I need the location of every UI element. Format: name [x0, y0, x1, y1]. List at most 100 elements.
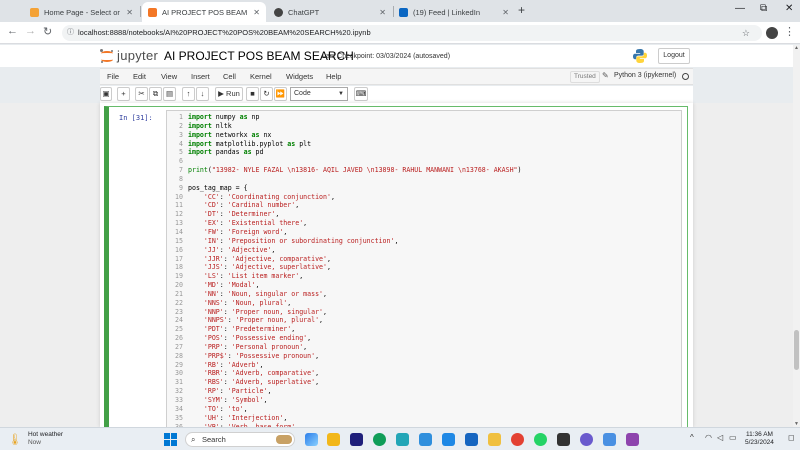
line-number: 19	[175, 272, 183, 281]
code-token: 'Possessive pronoun'	[235, 351, 316, 360]
url-field[interactable]: ⓘ localhost:8888/notebooks/AI%20PROJECT%…	[62, 25, 762, 41]
trusted-badge[interactable]: Trusted	[570, 71, 600, 83]
file-explorer-icon[interactable]	[327, 433, 340, 446]
jupyter-logo[interactable]: jupyter	[100, 48, 158, 63]
back-arrow-icon[interactable]: ←	[7, 25, 18, 37]
code-token: ,	[326, 254, 331, 263]
run-button[interactable]: ▶ Run	[215, 87, 243, 101]
clock[interactable]: 11:36 AM 5/23/2024	[745, 431, 774, 447]
code-line: 2 import nltk	[167, 122, 681, 131]
notifications-icon[interactable]: ◻	[788, 433, 795, 442]
code-token: 'Particle'	[227, 387, 268, 396]
menu-file[interactable]: File	[107, 72, 119, 81]
forward-arrow-icon[interactable]: →	[25, 25, 36, 37]
code-token: 'UH'	[203, 413, 220, 422]
menu-cell[interactable]: Cell	[223, 72, 236, 81]
close-window-icon[interactable]: ✕	[785, 3, 793, 14]
weather-sun-icon: 🌡	[8, 433, 22, 446]
move-up-icon[interactable]: ↑	[182, 87, 195, 101]
new-tab-button[interactable]: +	[518, 3, 525, 17]
app-icon[interactable]	[396, 433, 409, 446]
command-palette-icon[interactable]: ⌨	[354, 87, 368, 101]
menu-edit[interactable]: Edit	[133, 72, 146, 81]
copy-icon[interactable]: ⧉	[149, 87, 162, 101]
folder-icon[interactable]	[488, 433, 501, 446]
close-tab-icon[interactable]: ✕	[379, 8, 386, 17]
tab-chatgpt[interactable]: ChatGPT ✕	[268, 2, 392, 22]
reload-icon[interactable]: ↻	[43, 25, 52, 38]
code-line: 19 'LS': 'List item marker',	[167, 272, 681, 281]
logout-button[interactable]: Logout	[658, 48, 690, 64]
code-token: ,	[323, 289, 327, 298]
jupyter-logo-text: jupyter	[117, 48, 159, 63]
code-token: :	[219, 210, 228, 219]
show-hidden-icons-icon[interactable]: ^	[690, 433, 694, 442]
app-blue-icon[interactable]	[465, 433, 478, 446]
code-cell[interactable]: In [31]: 1 import numpy as np 2 import nltk…	[104, 106, 688, 431]
restart-icon[interactable]: ↻	[260, 87, 273, 101]
close-tab-icon[interactable]: ✕	[502, 8, 509, 17]
code-line: 34 'TO': 'to',	[167, 405, 681, 414]
bookmark-star-icon[interactable]: ☆	[742, 25, 750, 41]
tab-ai-project[interactable]: AI PROJECT POS BEAM SEARCH ✕	[142, 2, 266, 22]
tab-linkedin[interactable]: (19) Feed | LinkedIn ✕	[393, 2, 515, 22]
line-number: 10	[175, 192, 183, 201]
code-editor[interactable]: 1 import numpy as np 2 import nltk 3 import n…	[166, 110, 682, 430]
restart-run-all-icon[interactable]: ⏩	[274, 87, 287, 101]
close-tab-icon[interactable]: ✕	[253, 8, 260, 17]
jupyter-rings-icon	[100, 48, 114, 63]
insert-cell-icon[interactable]: +	[117, 87, 130, 101]
mail-icon[interactable]	[419, 433, 432, 446]
line-number: 30	[175, 369, 183, 378]
whatsapp-icon[interactable]	[534, 433, 547, 446]
maximize-icon[interactable]: ⧉	[760, 3, 767, 14]
scrollbar-thumb[interactable]	[794, 330, 799, 370]
profile-avatar-icon[interactable]	[766, 27, 778, 39]
terminal-icon[interactable]	[557, 433, 570, 446]
paste-icon[interactable]: ▤	[163, 87, 176, 101]
store-icon[interactable]	[350, 433, 363, 446]
line-number: 27	[175, 342, 183, 351]
code-token: :	[219, 201, 228, 210]
browser-menu-icon[interactable]: ⋮	[784, 25, 795, 38]
code-token: :	[223, 254, 232, 263]
code-line: 17 'JJR': 'Adjective, comparative',	[167, 255, 681, 264]
edit-pencil-icon[interactable]: ✎	[602, 71, 609, 80]
windows-start-icon[interactable]	[164, 433, 177, 446]
minimize-icon[interactable]: —	[735, 3, 745, 14]
code-line: 20 'MD': 'Modal',	[167, 281, 681, 290]
interrupt-icon[interactable]: ■	[246, 87, 259, 101]
scroll-up-icon[interactable]: ▲	[793, 45, 800, 51]
task-view-icon[interactable]	[305, 433, 318, 446]
r-icon[interactable]	[580, 433, 593, 446]
chrome-icon[interactable]	[511, 433, 524, 446]
site-info-icon[interactable]: ⓘ	[67, 25, 74, 41]
weather-widget[interactable]: 🌡 Hot weather Now	[8, 431, 63, 447]
app-purple-icon[interactable]	[626, 433, 639, 446]
close-tab-icon[interactable]: ✕	[126, 8, 133, 17]
wifi-icon[interactable]: ◠	[705, 433, 712, 442]
edge-icon[interactable]	[373, 433, 386, 446]
page-scrollbar[interactable]: ▲ ▼	[793, 45, 800, 427]
code-token: import	[188, 139, 212, 148]
menu-view[interactable]: View	[161, 72, 177, 81]
volume-icon[interactable]: ◁	[717, 433, 723, 442]
tab-home-page[interactable]: Home Page - Select or create a ✕	[24, 2, 139, 22]
menu-help[interactable]: Help	[326, 72, 341, 81]
app-settings-icon[interactable]	[603, 433, 616, 446]
line-number: 13	[175, 219, 183, 228]
line-number: 34	[175, 404, 183, 413]
move-down-icon[interactable]: ↓	[196, 87, 209, 101]
menu-widgets[interactable]: Widgets	[286, 72, 313, 81]
save-icon[interactable]: ▣	[100, 87, 112, 101]
menu-kernel[interactable]: Kernel	[250, 72, 272, 81]
vscode-icon[interactable]	[442, 433, 455, 446]
battery-icon[interactable]: ▭	[729, 433, 737, 442]
cell-type-select[interactable]: Code ▼	[290, 87, 348, 101]
cut-icon[interactable]: ✂	[135, 87, 148, 101]
code-token: 'Proper noun, singular'	[231, 307, 324, 316]
menu-insert[interactable]: Insert	[191, 72, 210, 81]
